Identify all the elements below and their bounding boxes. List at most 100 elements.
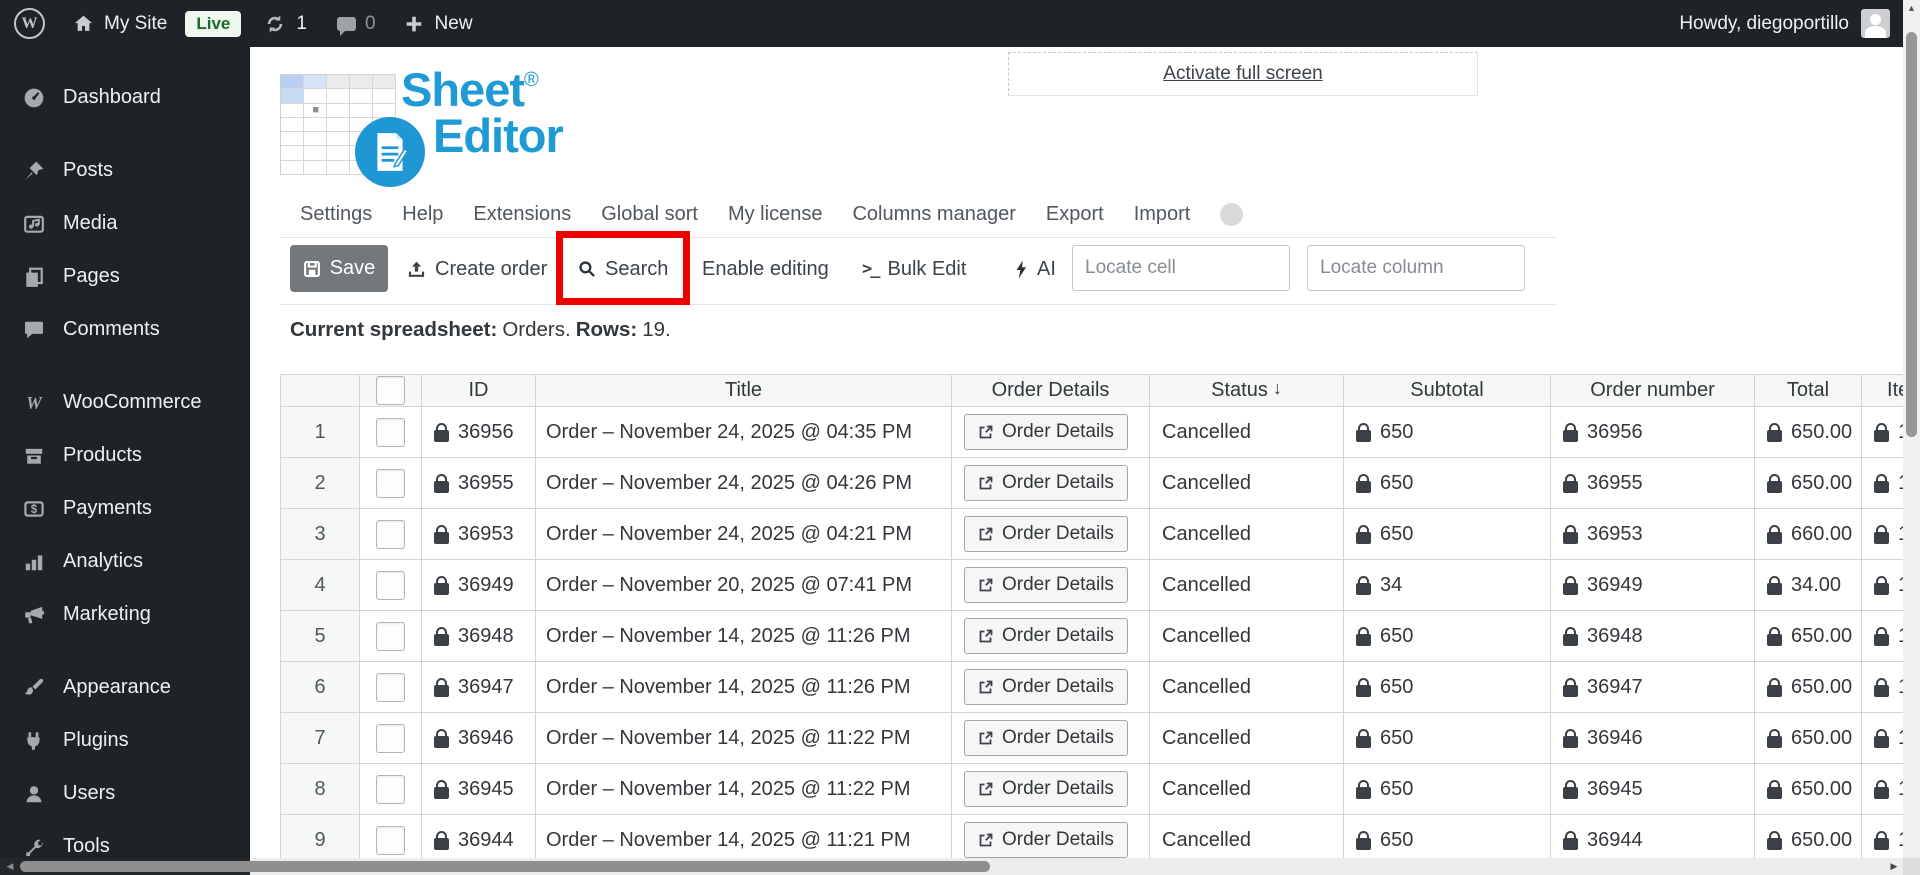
order-number-cell[interactable]: 36948 — [1551, 611, 1755, 662]
create-order-button[interactable]: Create order — [407, 252, 547, 286]
total-cell[interactable]: 650.00 — [1755, 764, 1862, 815]
order-number-cell[interactable]: 36945 — [1551, 764, 1755, 815]
save-button[interactable]: Save — [290, 245, 388, 292]
order-details-button[interactable]: Order Details — [964, 465, 1128, 501]
total-cell[interactable]: 650.00 — [1755, 662, 1862, 713]
scroll-up-arrow-icon[interactable]: ▲ — [1903, 0, 1920, 16]
vertical-scrollbar-thumb[interactable] — [1906, 32, 1917, 437]
id-cell[interactable]: 36946 — [422, 713, 536, 764]
order-details-button[interactable]: Order Details — [964, 822, 1128, 858]
horizontal-scrollbar-thumb[interactable] — [20, 861, 990, 872]
vertical-scrollbar[interactable]: ▲ — [1903, 0, 1920, 858]
account-menu[interactable]: Howdy, diegoportillo — [1679, 9, 1890, 38]
status-cell[interactable]: Cancelled — [1150, 509, 1344, 560]
row-number-cell[interactable]: 2 — [280, 458, 360, 509]
subtotal-cell[interactable]: 650 — [1344, 662, 1551, 713]
total-cell[interactable]: 660.00 — [1755, 509, 1862, 560]
subtotal-cell[interactable]: 650 — [1344, 458, 1551, 509]
total-cell[interactable]: 650.00 — [1755, 713, 1862, 764]
title-cell[interactable]: Order – November 14, 2025 @ 11:26 PM — [536, 611, 952, 662]
total-cell[interactable]: 650.00 — [1755, 611, 1862, 662]
menu-item-global-sort[interactable]: Global sort — [601, 203, 698, 226]
order-number-cell[interactable]: 36955 — [1551, 458, 1755, 509]
title-cell[interactable]: Order – November 20, 2025 @ 07:41 PM — [536, 560, 952, 611]
row-checkbox[interactable] — [376, 825, 405, 855]
id-cell[interactable]: 36955 — [422, 458, 536, 509]
sidebar-item-dashboard[interactable]: Dashboard — [0, 71, 250, 124]
id-cell[interactable]: 36948 — [422, 611, 536, 662]
row-checkbox[interactable] — [376, 468, 405, 498]
order-details-button[interactable]: Order Details — [964, 414, 1128, 450]
status-cell[interactable]: Cancelled — [1150, 407, 1344, 458]
id-cell[interactable]: 36949 — [422, 560, 536, 611]
status-cell[interactable]: Cancelled — [1150, 611, 1344, 662]
order-details-button[interactable]: Order Details — [964, 516, 1128, 552]
column-header-subtotal[interactable]: Subtotal — [1344, 374, 1551, 407]
row-number-cell[interactable]: 3 — [280, 509, 360, 560]
total-cell[interactable]: 34.00 — [1755, 560, 1862, 611]
menu-circle-icon[interactable] — [1220, 203, 1244, 226]
column-header-id[interactable]: ID — [422, 374, 536, 407]
title-cell[interactable]: Order – November 24, 2025 @ 04:26 PM — [536, 458, 952, 509]
row-checkbox[interactable] — [376, 417, 405, 447]
row-checkbox[interactable] — [376, 672, 405, 702]
select-all-header-cell[interactable] — [360, 374, 422, 407]
sidebar-item-appearance[interactable]: Appearance — [0, 661, 250, 714]
id-cell[interactable]: 36956 — [422, 407, 536, 458]
sidebar-item-analytics[interactable]: Analytics — [0, 535, 250, 588]
total-cell[interactable]: 650.00 — [1755, 458, 1862, 509]
updates-menu[interactable]: 1 — [263, 12, 307, 36]
order-number-cell[interactable]: 36956 — [1551, 407, 1755, 458]
row-checkbox[interactable] — [376, 570, 405, 600]
ai-button[interactable]: AI — [1014, 252, 1056, 286]
row-checkbox[interactable] — [376, 519, 405, 549]
menu-item-import[interactable]: Import — [1134, 203, 1191, 226]
sidebar-item-media[interactable]: Media — [0, 197, 250, 250]
sidebar-item-marketing[interactable]: Marketing — [0, 588, 250, 641]
subtotal-cell[interactable]: 34 — [1344, 560, 1551, 611]
id-cell[interactable]: 36945 — [422, 764, 536, 815]
locate-column-input[interactable] — [1307, 245, 1525, 291]
status-cell[interactable]: Cancelled — [1150, 662, 1344, 713]
status-cell[interactable]: Cancelled — [1150, 560, 1344, 611]
scroll-right-arrow-icon[interactable]: ▶ — [1886, 858, 1902, 875]
bulk-edit-button[interactable]: >_ Bulk Edit — [862, 252, 966, 286]
subtotal-cell[interactable]: 650 — [1344, 611, 1551, 662]
order-details-button[interactable]: Order Details — [964, 567, 1128, 603]
row-number-cell[interactable]: 5 — [280, 611, 360, 662]
id-cell[interactable]: 36947 — [422, 662, 536, 713]
order-number-cell[interactable]: 36946 — [1551, 713, 1755, 764]
horizontal-scrollbar[interactable]: ◀ ▶ — [0, 858, 1920, 875]
column-header-total[interactable]: Total — [1755, 374, 1862, 407]
comments-menu[interactable]: 0 — [336, 13, 376, 36]
column-header-status[interactable]: Status ↓ — [1150, 374, 1344, 407]
sidebar-item-plugins[interactable]: Plugins — [0, 714, 250, 767]
order-number-cell[interactable]: 36953 — [1551, 509, 1755, 560]
column-header-order-details[interactable]: Order Details — [952, 374, 1150, 407]
row-checkbox[interactable] — [376, 723, 405, 753]
row-number-cell[interactable]: 8 — [280, 764, 360, 815]
order-number-cell[interactable]: 36947 — [1551, 662, 1755, 713]
order-details-button[interactable]: Order Details — [964, 771, 1128, 807]
new-menu[interactable]: New — [402, 12, 473, 36]
title-cell[interactable]: Order – November 14, 2025 @ 11:22 PM — [536, 713, 952, 764]
status-cell[interactable]: Cancelled — [1150, 764, 1344, 815]
column-header-title[interactable]: Title — [536, 374, 952, 407]
wordpress-menu[interactable]: W — [14, 8, 45, 39]
sidebar-item-comments[interactable]: Comments — [0, 303, 250, 356]
column-header-order-number[interactable]: Order number — [1551, 374, 1755, 407]
search-button[interactable]: Search — [578, 252, 668, 286]
id-cell[interactable]: 36953 — [422, 509, 536, 560]
row-number-cell[interactable]: 7 — [280, 713, 360, 764]
order-number-cell[interactable]: 36949 — [1551, 560, 1755, 611]
order-details-button[interactable]: Order Details — [964, 669, 1128, 705]
menu-item-help[interactable]: Help — [402, 203, 443, 226]
sidebar-item-posts[interactable]: Posts — [0, 144, 250, 197]
title-cell[interactable]: Order – November 14, 2025 @ 11:22 PM — [536, 764, 952, 815]
title-cell[interactable]: Order – November 24, 2025 @ 04:35 PM — [536, 407, 952, 458]
order-details-button[interactable]: Order Details — [964, 720, 1128, 756]
status-cell[interactable]: Cancelled — [1150, 458, 1344, 509]
subtotal-cell[interactable]: 650 — [1344, 713, 1551, 764]
title-cell[interactable]: Order – November 24, 2025 @ 04:21 PM — [536, 509, 952, 560]
sidebar-item-pages[interactable]: Pages — [0, 250, 250, 303]
